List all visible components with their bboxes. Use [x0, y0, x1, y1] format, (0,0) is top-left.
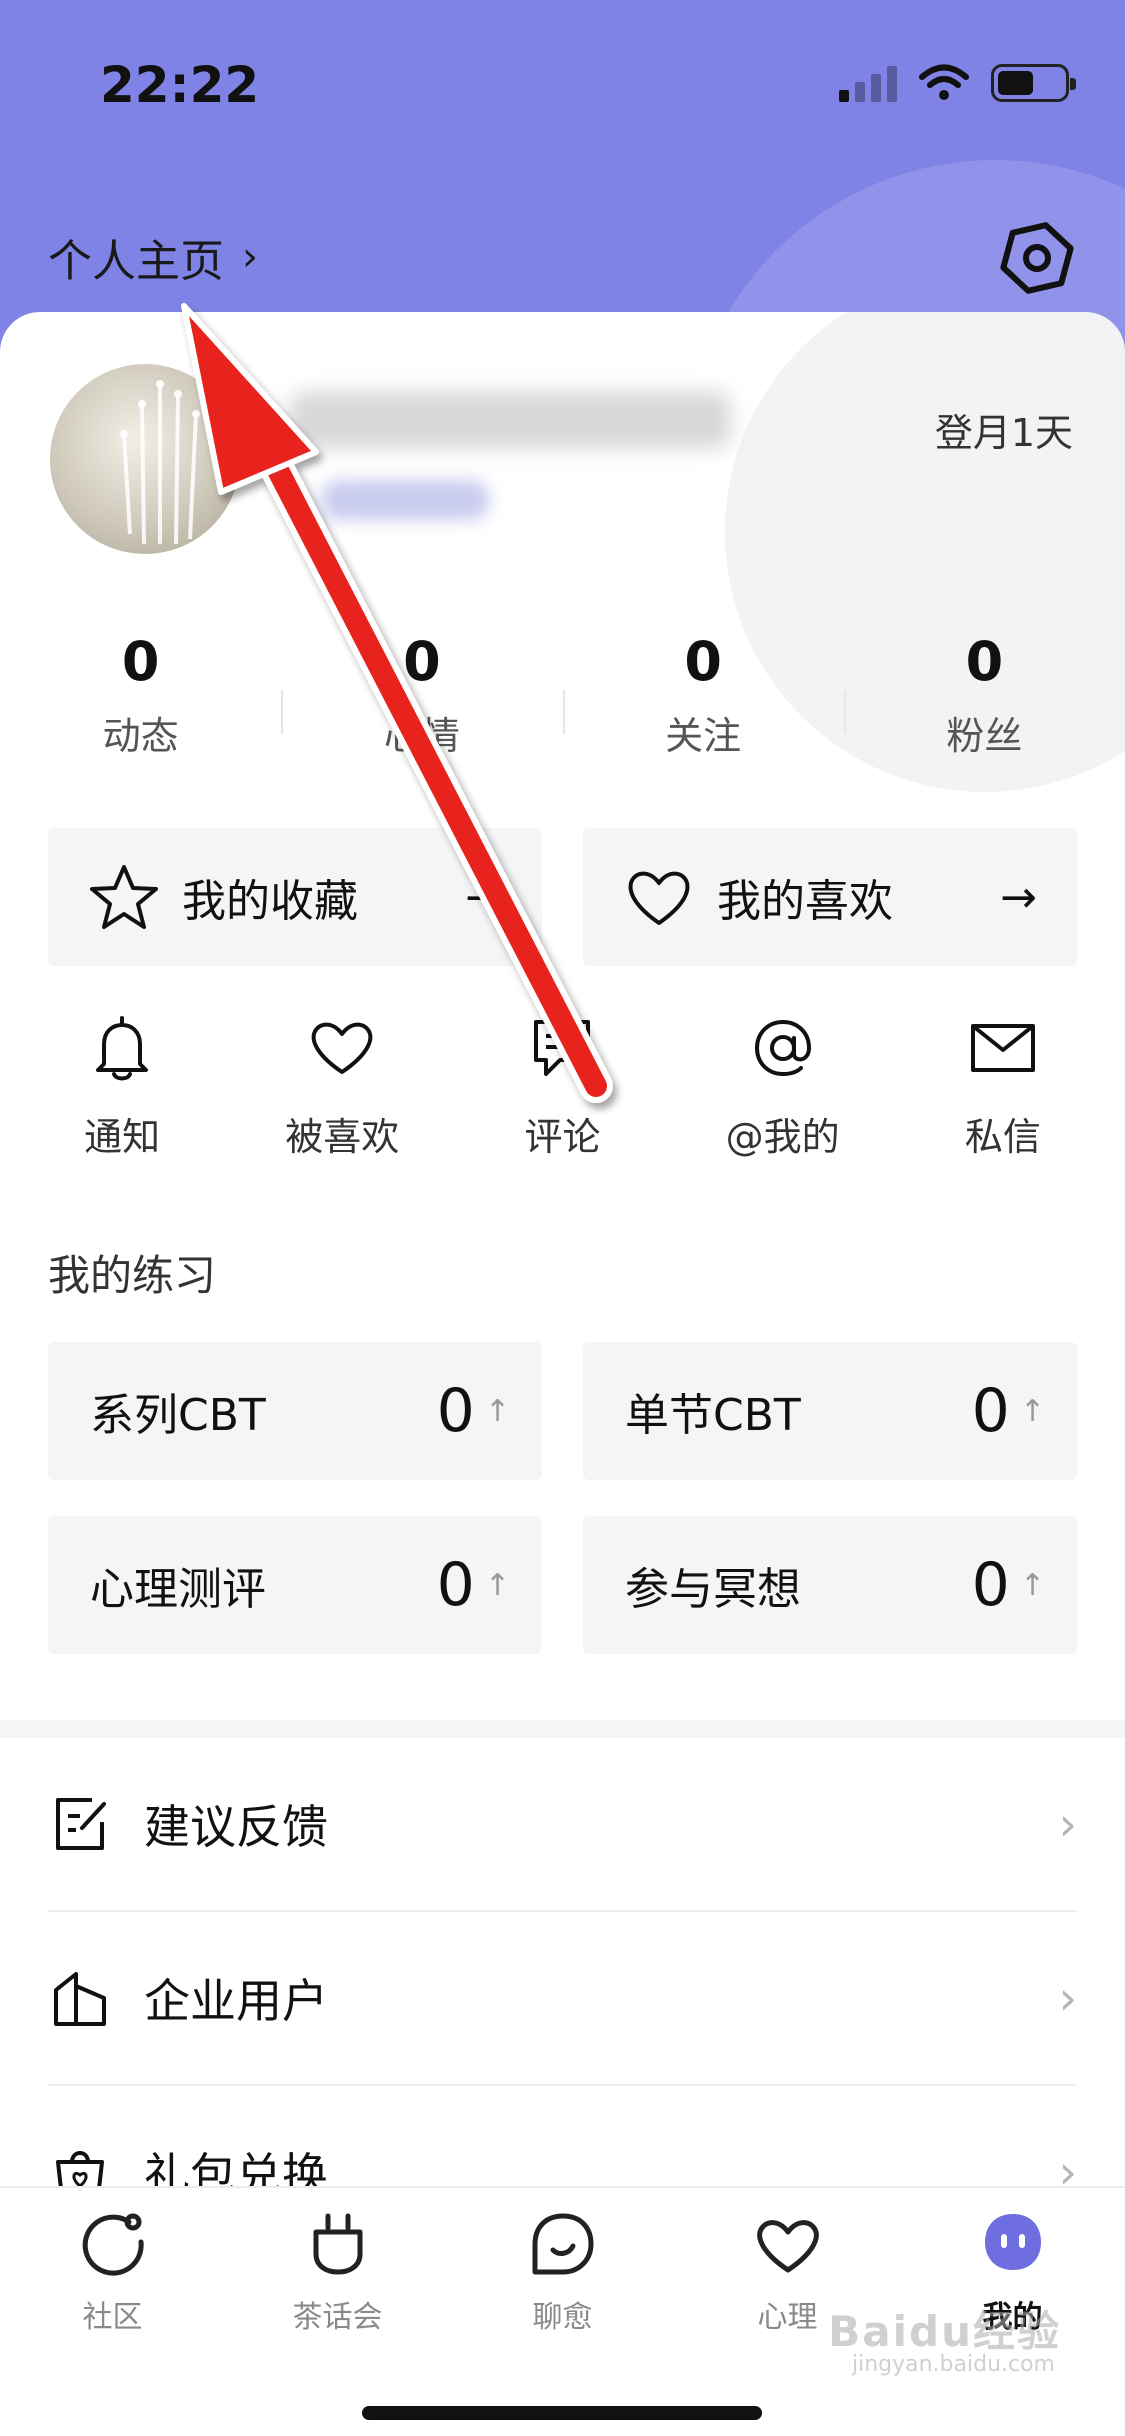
arrow-right-icon: → — [1000, 871, 1037, 923]
heart-tab-icon — [756, 2220, 819, 2273]
practice-section-title: 我的练习 — [48, 1251, 217, 1300]
liked-by-button[interactable]: 被喜欢 — [242, 1012, 442, 1161]
wifi-icon — [919, 64, 969, 100]
chat-icon — [532, 2213, 593, 2275]
chevron-right-icon: › — [1058, 1971, 1077, 2025]
avatar-image — [120, 380, 200, 545]
arrow-up-icon: ↑ — [484, 1567, 510, 1603]
practice-meditation[interactable]: 参与冥想 0 ↑ — [583, 1516, 1077, 1654]
profile-home-label: 个人主页 — [48, 236, 224, 287]
cellular-signal-icon — [839, 64, 897, 102]
stat-label: 动态 — [102, 714, 179, 758]
practice-label: 心理测评 — [90, 1564, 266, 1615]
chevron-right-icon: › — [242, 234, 258, 280]
stat-count: 0 — [684, 630, 722, 693]
practice-count: 0 — [971, 1376, 1010, 1446]
stat-label: 粉丝 — [946, 714, 1023, 758]
home-indicator[interactable] — [362, 2406, 762, 2420]
tab-label: 社区 — [82, 2300, 143, 2335]
chevron-right-icon: › — [1058, 1797, 1077, 1851]
feedback-icon — [56, 1798, 106, 1850]
my-likes-button[interactable]: 我的喜欢 → — [583, 828, 1077, 966]
login-days: 登月1天 — [934, 411, 1073, 455]
at-icon — [754, 1019, 811, 1077]
status-time: 22:22 — [100, 56, 260, 114]
baidu-watermark-url: jingyan.baidu.com — [851, 2352, 1055, 2377]
settings-menu: 建议反馈 › 企业用户 › 礼包兑换 › — [48, 1738, 1077, 2260]
menu-item-label: 建议反馈 — [144, 1800, 328, 1854]
profile-home-link[interactable]: 个人主页 › — [48, 225, 258, 289]
star-icon — [90, 865, 158, 929]
comment-icon — [534, 1020, 591, 1076]
heart-outline-icon — [311, 1022, 373, 1074]
arrow-up-icon: ↑ — [1019, 1567, 1045, 1603]
stat-label: 心情 — [383, 714, 460, 758]
stat-label: 关注 — [665, 714, 742, 758]
building-icon — [54, 1972, 106, 2026]
arrow-up-icon: ↑ — [484, 1393, 510, 1429]
avatar[interactable] — [50, 364, 240, 554]
tab-chat-heal[interactable]: 聊愈 — [463, 2208, 663, 2336]
stat-count: 0 — [965, 630, 1004, 693]
messages-button[interactable]: 私信 — [903, 1012, 1103, 1161]
stat-count: 0 — [403, 630, 441, 693]
mine-face-icon — [984, 2214, 1041, 2270]
menu-item-enterprise[interactable]: 企业用户 › — [48, 1912, 1077, 2086]
practice-label: 系列CBT — [90, 1390, 266, 1441]
battery-icon — [991, 64, 1076, 102]
arrow-right-icon: → — [465, 871, 502, 923]
tab-label: 茶话会 — [292, 2300, 383, 2335]
community-icon — [82, 2213, 144, 2276]
practice-count: 0 — [436, 1550, 475, 1620]
comments-button[interactable]: 评论 — [462, 1012, 662, 1161]
quick-actions: 通知 被喜欢 评论 @我的 私信 — [0, 1012, 1125, 1161]
my-collections-label: 我的收藏 — [182, 876, 358, 927]
practice-grid: 系列CBT 0 ↑ 单节CBT 0 ↑ 心理测评 0 ↑ 参与冥想 0 ↑ — [48, 1342, 1077, 1654]
tab-label: 聊愈 — [532, 2300, 593, 2335]
my-collections-button[interactable]: 我的收藏 → — [48, 828, 542, 966]
blurred-user-tag — [320, 480, 490, 520]
status-indicators — [839, 64, 1076, 102]
favorites-row: 我的收藏 → 我的喜欢 → — [48, 828, 1077, 966]
stat-followers[interactable]: 0 粉丝 — [843, 630, 1125, 760]
comments-label: 评论 — [524, 1115, 601, 1159]
my-likes-label: 我的喜欢 — [717, 876, 893, 927]
mentions-label: @我的 — [725, 1115, 840, 1159]
menu-item-label: 企业用户 — [144, 1974, 328, 2028]
stat-following[interactable]: 0 关注 — [562, 630, 844, 760]
practice-label: 单节CBT — [625, 1390, 801, 1441]
blurred-username — [290, 392, 730, 448]
stats-row: 0 动态 0 心情 0 关注 0 粉丝 — [0, 630, 1125, 760]
practice-label: 参与冥想 — [625, 1564, 801, 1615]
menu-item-feedback[interactable]: 建议反馈 › — [48, 1738, 1077, 1912]
bell-icon — [96, 1016, 149, 1081]
notifications-button[interactable]: 通知 — [22, 1012, 222, 1161]
tab-community[interactable]: 社区 — [13, 2208, 213, 2336]
liked-by-label: 被喜欢 — [285, 1115, 400, 1159]
stat-posts[interactable]: 0 动态 — [0, 630, 281, 760]
section-divider — [0, 1720, 1125, 1738]
practice-single-cbt[interactable]: 单节CBT 0 ↑ — [583, 1342, 1077, 1480]
arrow-up-icon: ↑ — [1019, 1393, 1045, 1429]
mentions-button[interactable]: @我的 — [683, 1012, 883, 1161]
mail-icon — [970, 1024, 1035, 1072]
notifications-label: 通知 — [84, 1115, 161, 1159]
practice-psych-assessment[interactable]: 心理测评 0 ↑ — [48, 1516, 542, 1654]
heart-icon — [628, 871, 690, 925]
baidu-watermark: Baidu经验 — [828, 2307, 1061, 2356]
tea-party-icon — [313, 2213, 362, 2275]
stat-moods[interactable]: 0 心情 — [281, 630, 562, 760]
practice-series-cbt[interactable]: 系列CBT 0 ↑ — [48, 1342, 542, 1480]
stat-count: 0 — [121, 630, 160, 693]
tab-tea-party[interactable]: 茶话会 — [238, 2208, 438, 2336]
practice-count: 0 — [436, 1376, 475, 1446]
practice-count: 0 — [971, 1550, 1010, 1620]
messages-label: 私信 — [964, 1115, 1041, 1159]
settings-hexagon-icon[interactable] — [997, 218, 1077, 298]
